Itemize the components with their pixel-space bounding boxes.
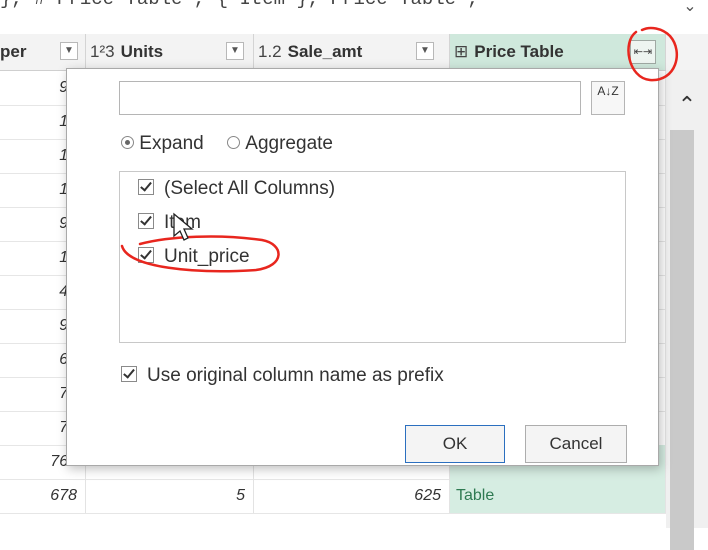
column-header-number[interactable]: per ▼: [0, 34, 86, 70]
whole-number-type-icon[interactable]: 1²3: [90, 42, 115, 61]
radio-label: Aggregate: [245, 133, 333, 154]
sort-ascending-icon[interactable]: A↓Z: [591, 81, 625, 115]
table-cell-link[interactable]: Table: [450, 479, 666, 513]
ok-button[interactable]: OK: [405, 425, 505, 463]
radio-expand[interactable]: Expand: [121, 133, 218, 155]
column-header-units[interactable]: 1²3 Units ▼: [86, 34, 254, 70]
column-header-price-table[interactable]: ⊞ Price Table ⇤⇥: [450, 34, 666, 70]
column-search-input[interactable]: [119, 81, 581, 115]
checkbox-label: Unit_price: [164, 246, 250, 267]
radio-label: Expand: [139, 133, 204, 154]
expand-column-popup: A↓Z Expand Aggregate (Select All Columns…: [66, 68, 659, 466]
decimal-type-icon[interactable]: 1.2: [258, 42, 282, 61]
checkbox[interactable]: [138, 212, 154, 229]
chevron-up-icon[interactable]: ⌃: [666, 90, 708, 120]
radio-circle[interactable]: [121, 135, 134, 149]
cancel-button[interactable]: Cancel: [525, 425, 627, 463]
prefix-label: Use original column name as prefix: [147, 365, 444, 386]
table-cell: 5: [86, 479, 254, 513]
checkbox[interactable]: [121, 365, 137, 382]
table-type-icon[interactable]: ⊞: [454, 42, 468, 61]
column-filter-dropdown[interactable]: ▼: [226, 42, 244, 60]
checkbox-unit-price[interactable]: Unit_price: [138, 246, 250, 274]
column-label: Price Table: [474, 42, 564, 61]
column-filter-dropdown[interactable]: ▼: [416, 42, 434, 60]
radio-aggregate[interactable]: Aggregate: [227, 133, 347, 155]
grid-header: per ▼ 1²3 Units ▼ 1.2 Sale_amt ▼ ⊞ Price Ta…: [0, 34, 708, 71]
checkbox[interactable]: [138, 178, 154, 195]
mouse-cursor-icon: [173, 212, 194, 241]
column-checklist: (Select All Columns) Item Unit_price: [119, 171, 626, 343]
formula-bar[interactable]: }, # Price Table , { Item }, Price Table…: [0, 0, 708, 35]
table-cell: 678: [0, 479, 86, 513]
column-filter-dropdown[interactable]: ▼: [60, 42, 78, 60]
expand-column-icon[interactable]: ⇤⇥: [630, 40, 656, 64]
formula-text: }, # Price Table , { Item }, Price Table…: [0, 0, 479, 10]
prefix-option[interactable]: Use original column name as prefix: [121, 365, 444, 387]
expand-mode-group: Expand Aggregate: [121, 133, 351, 157]
checkbox-select-all[interactable]: (Select All Columns): [138, 178, 335, 206]
chevron-down-icon[interactable]: ⌄: [678, 0, 702, 18]
scrollbar-thumb[interactable]: [670, 130, 694, 550]
column-label: Sale_amt: [287, 42, 363, 61]
checkbox-label: (Select All Columns): [164, 178, 336, 199]
radio-circle[interactable]: [227, 135, 241, 149]
column-header-sale-amt[interactable]: 1.2 Sale_amt ▼: [254, 34, 450, 70]
checkbox[interactable]: [138, 246, 154, 263]
column-label: Units: [120, 42, 164, 61]
table-row: 678 5 625 Table: [0, 479, 666, 514]
vertical-scrollbar[interactable]: ⌃: [666, 70, 708, 550]
table-cell: 625: [254, 479, 450, 513]
column-label: per: [0, 42, 27, 61]
